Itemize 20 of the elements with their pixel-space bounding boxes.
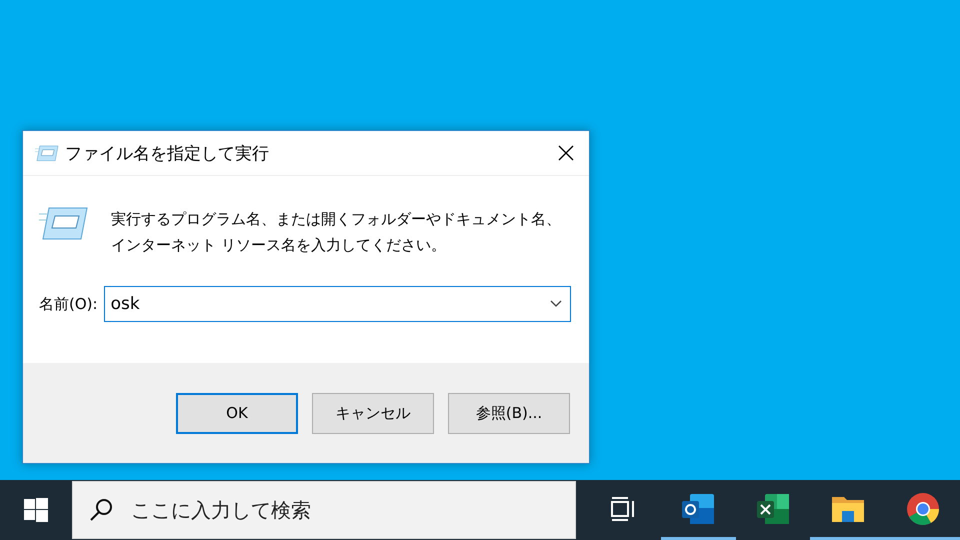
dialog-button[interactable]: 参照(B)...: [448, 392, 570, 434]
dialog-button[interactable]: OK: [176, 392, 298, 434]
instruction-text: 実行するプログラム名、または開くフォルダーやドキュメント名、インターネット リソース名を入力してください。: [111, 209, 562, 256]
name-combo-box[interactable]: osk: [104, 286, 571, 322]
name-input[interactable]: osk: [110, 294, 550, 314]
run-dialog-icon: [39, 206, 89, 241]
window-title: ファイル名を指定して実行: [65, 142, 270, 164]
close-icon: [558, 145, 574, 161]
spreadsheet-app-icon: [755, 492, 792, 526]
mail-app-icon: [680, 492, 716, 526]
search-field[interactable]: ここに入力して検索: [72, 481, 576, 539]
windows-logo-icon: [24, 498, 48, 522]
run-dialog-icon: [35, 144, 59, 162]
browser-icon: [906, 492, 940, 526]
dropdown-caret-icon: [550, 300, 562, 308]
task-view-icon: [610, 496, 636, 520]
search-input[interactable]: ここに入力して検索: [129, 497, 576, 523]
search-icon: [89, 498, 114, 522]
name-label: 名前(O):: [39, 294, 98, 314]
dialog-button[interactable]: キャンセル: [312, 392, 434, 434]
